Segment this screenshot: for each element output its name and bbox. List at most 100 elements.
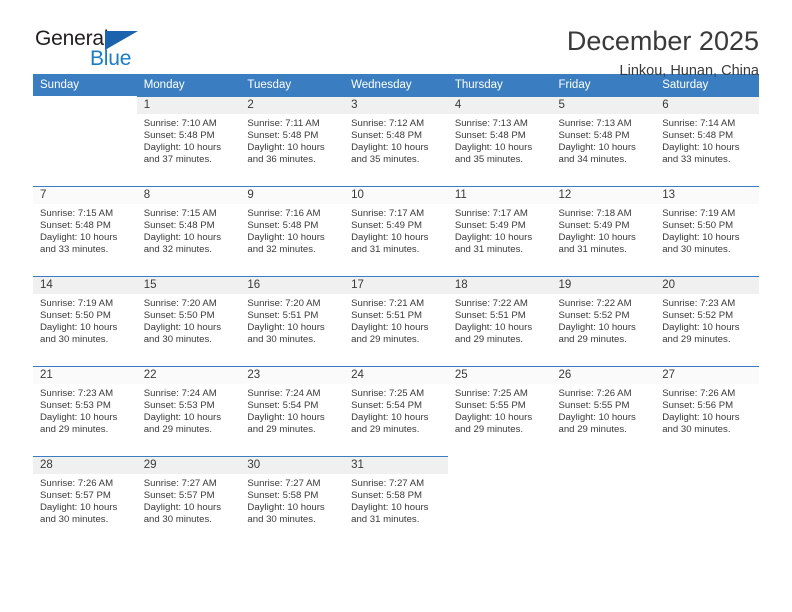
day-sun-info: Sunrise: 7:22 AM Sunset: 5:51 PM Daylight:… xyxy=(448,294,552,346)
logo-text-blue: Blue xyxy=(90,47,132,70)
calendar-day[interactable]: 4 Sunrise: 7:13 AM Sunset: 5:48 PM Daylight… xyxy=(447,96,552,186)
day-sun-info: Sunrise: 7:20 AM Sunset: 5:50 PM Daylight:… xyxy=(137,294,241,346)
sunset-text: Sunset: 5:56 PM xyxy=(662,400,734,412)
weekday-header-tuesday: Tuesday xyxy=(240,74,345,96)
calendar-day[interactable]: 15 Sunrise: 7:20 AM Sunset: 5:50 PM Dayligh… xyxy=(136,276,241,366)
calendar-day[interactable]: 19 Sunrise: 7:22 AM Sunset: 5:52 PM Dayligh… xyxy=(551,276,656,366)
daylight-text-line1: Daylight: 10 hours xyxy=(40,412,118,424)
sunset-text: Sunset: 5:49 PM xyxy=(454,220,526,232)
sunrise-text: Sunrise: 7:26 AM xyxy=(662,388,736,399)
sunset-text: Sunset: 5:48 PM xyxy=(351,130,423,142)
calendar-day[interactable]: 24 Sunrise: 7:25 AM Sunset: 5:54 PM Dayligh… xyxy=(344,366,448,456)
calendar-cell: 11 Sunrise: 7:17 AM Sunset: 5:49 PM Dayligh… xyxy=(447,186,552,276)
calendar-day[interactable]: 12 Sunrise: 7:18 AM Sunset: 5:49 PM Dayligh… xyxy=(551,186,656,276)
day-sun-info: Sunrise: 7:15 AM Sunset: 5:48 PM Daylight:… xyxy=(33,204,137,256)
day-sun-info: Sunrise: 7:11 AM Sunset: 5:48 PM Daylight:… xyxy=(240,114,344,166)
calendar-day[interactable]: 2 Sunrise: 7:11 AM Sunset: 5:48 PM Daylight… xyxy=(240,96,345,186)
daylight-text-line1: Daylight: 10 hours xyxy=(247,502,325,514)
sunset-text: Sunset: 5:55 PM xyxy=(558,400,630,412)
calendar-day[interactable]: 31 Sunrise: 7:27 AM Sunset: 5:58 PM Dayligh… xyxy=(344,456,448,546)
sunrise-text: Sunrise: 7:20 AM xyxy=(247,298,321,309)
generalblue-logo[interactable]: General Blue xyxy=(33,26,153,72)
daylight-text-line2: and 35 minutes. xyxy=(454,154,524,166)
calendar-day[interactable]: 9 Sunrise: 7:16 AM Sunset: 5:48 PM Daylight… xyxy=(240,186,345,276)
sunrise-text: Sunrise: 7:27 AM xyxy=(351,478,425,489)
calendar-day[interactable]: 3 Sunrise: 7:12 AM Sunset: 5:48 PM Daylight… xyxy=(344,96,448,186)
day-number: 20 xyxy=(655,277,759,294)
calendar-day[interactable]: 28 Sunrise: 7:26 AM Sunset: 5:57 PM Dayligh… xyxy=(33,456,137,546)
day-sun-info: Sunrise: 7:26 AM Sunset: 5:55 PM Daylight:… xyxy=(552,384,656,436)
daylight-text-line1: Daylight: 10 hours xyxy=(143,232,222,244)
calendar-day[interactable]: 21 Sunrise: 7:23 AM Sunset: 5:53 PM Dayligh… xyxy=(33,366,137,456)
daylight-text-line1: Daylight: 10 hours xyxy=(40,322,118,334)
calendar-day[interactable]: 26 Sunrise: 7:26 AM Sunset: 5:55 PM Dayligh… xyxy=(551,366,656,456)
calendar-day[interactable]: 20 Sunrise: 7:23 AM Sunset: 5:52 PM Dayligh… xyxy=(655,276,759,366)
sunset-text: Sunset: 5:57 PM xyxy=(40,490,111,502)
day-number: 1 xyxy=(136,97,241,114)
calendar-day[interactable]: 30 Sunrise: 7:27 AM Sunset: 5:58 PM Dayligh… xyxy=(240,456,345,546)
calendar-day[interactable]: 23 Sunrise: 7:24 AM Sunset: 5:54 PM Dayligh… xyxy=(240,366,345,456)
calendar-day[interactable]: 25 Sunrise: 7:25 AM Sunset: 5:55 PM Dayligh… xyxy=(447,366,552,456)
calendar-cell: 16 Sunrise: 7:20 AM Sunset: 5:51 PM Dayligh… xyxy=(240,276,345,366)
day-sun-info: Sunrise: 7:19 AM Sunset: 5:50 PM Daylight:… xyxy=(33,294,137,346)
day-number: 21 xyxy=(33,367,137,384)
calendar-cell: 15 Sunrise: 7:20 AM Sunset: 5:50 PM Dayligh… xyxy=(136,276,241,366)
sunrise-text: Sunrise: 7:12 AM xyxy=(351,118,425,129)
calendar-day[interactable]: 14 Sunrise: 7:19 AM Sunset: 5:50 PM Dayligh… xyxy=(33,276,137,366)
sunset-text: Sunset: 5:50 PM xyxy=(143,310,215,322)
sunset-text: Sunset: 5:51 PM xyxy=(454,310,526,322)
daylight-text-line1: Daylight: 10 hours xyxy=(662,232,740,244)
calendar-day[interactable]: 29 Sunrise: 7:27 AM Sunset: 5:57 PM Dayligh… xyxy=(136,456,241,546)
daylight-text-line2: and 31 minutes. xyxy=(351,244,420,256)
calendar-day[interactable]: 8 Sunrise: 7:15 AM Sunset: 5:48 PM Daylight… xyxy=(136,186,241,276)
calendar-day[interactable]: 18 Sunrise: 7:22 AM Sunset: 5:51 PM Dayligh… xyxy=(447,276,552,366)
calendar-cell: 9 Sunrise: 7:16 AM Sunset: 5:48 PM Daylight… xyxy=(240,186,345,276)
day-sun-info: Sunrise: 7:25 AM Sunset: 5:55 PM Daylight:… xyxy=(448,384,552,436)
calendar-day[interactable]: 27 Sunrise: 7:26 AM Sunset: 5:56 PM Dayligh… xyxy=(655,366,759,456)
daylight-text-line1: Daylight: 10 hours xyxy=(454,412,533,424)
sunrise-text: Sunrise: 7:11 AM xyxy=(247,118,320,129)
day-sun-info: Sunrise: 7:27 AM Sunset: 5:58 PM Daylight:… xyxy=(344,474,448,526)
day-sun-info: Sunrise: 7:24 AM Sunset: 5:53 PM Daylight:… xyxy=(137,384,241,436)
calendar-cell: 5 Sunrise: 7:13 AM Sunset: 5:48 PM Daylight… xyxy=(551,96,656,186)
page-title: December 2025 xyxy=(566,26,759,56)
sunrise-text: Sunrise: 7:18 AM xyxy=(558,208,632,219)
calendar-day-empty xyxy=(447,456,552,546)
calendar-day[interactable]: 6 Sunrise: 7:14 AM Sunset: 5:48 PM Daylight… xyxy=(655,96,759,186)
sunrise-text: Sunrise: 7:14 AM xyxy=(662,118,736,129)
sunset-text: Sunset: 5:48 PM xyxy=(558,130,630,142)
daylight-text-line2: and 29 minutes. xyxy=(40,424,109,436)
day-number: 17 xyxy=(344,277,448,294)
day-sun-info: Sunrise: 7:22 AM Sunset: 5:52 PM Daylight:… xyxy=(552,294,656,346)
calendar-day[interactable]: 17 Sunrise: 7:21 AM Sunset: 5:51 PM Dayligh… xyxy=(344,276,448,366)
day-number xyxy=(552,457,656,474)
daylight-text-line1: Daylight: 10 hours xyxy=(351,142,429,154)
calendar-day[interactable]: 1 Sunrise: 7:10 AM Sunset: 5:48 PM Daylight… xyxy=(136,96,241,186)
calendar-cell: 29 Sunrise: 7:27 AM Sunset: 5:57 PM Dayligh… xyxy=(136,456,241,546)
day-number: 4 xyxy=(447,97,552,114)
calendar-day[interactable]: 5 Sunrise: 7:13 AM Sunset: 5:48 PM Daylight… xyxy=(551,96,656,186)
calendar-cell: 17 Sunrise: 7:21 AM Sunset: 5:51 PM Dayligh… xyxy=(344,276,448,366)
daylight-text-line1: Daylight: 10 hours xyxy=(454,232,533,244)
day-sun-info: Sunrise: 7:18 AM Sunset: 5:49 PM Daylight:… xyxy=(552,204,656,256)
daylight-text-line1: Daylight: 10 hours xyxy=(247,142,325,154)
daylight-text-line1: Daylight: 10 hours xyxy=(247,322,325,334)
calendar-cell: 19 Sunrise: 7:22 AM Sunset: 5:52 PM Dayligh… xyxy=(551,276,656,366)
calendar-cell: 26 Sunrise: 7:26 AM Sunset: 5:55 PM Dayligh… xyxy=(551,366,656,456)
calendar-cell: 24 Sunrise: 7:25 AM Sunset: 5:54 PM Dayligh… xyxy=(344,366,448,456)
calendar-cell: 14 Sunrise: 7:19 AM Sunset: 5:50 PM Dayligh… xyxy=(33,276,137,366)
daylight-text-line1: Daylight: 10 hours xyxy=(143,322,222,334)
day-sun-info: Sunrise: 7:20 AM Sunset: 5:51 PM Daylight:… xyxy=(240,294,344,346)
calendar-day[interactable]: 11 Sunrise: 7:17 AM Sunset: 5:49 PM Dayligh… xyxy=(447,186,552,276)
day-number: 31 xyxy=(344,457,448,474)
daylight-text-line1: Daylight: 10 hours xyxy=(40,502,118,514)
calendar-day[interactable]: 13 Sunrise: 7:19 AM Sunset: 5:50 PM Dayligh… xyxy=(655,186,759,276)
calendar-cell: 12 Sunrise: 7:18 AM Sunset: 5:49 PM Dayligh… xyxy=(551,186,656,276)
calendar-day[interactable]: 10 Sunrise: 7:17 AM Sunset: 5:49 PM Dayligh… xyxy=(344,186,448,276)
day-number: 26 xyxy=(551,367,656,384)
calendar-day[interactable]: 7 Sunrise: 7:15 AM Sunset: 5:48 PM Daylight… xyxy=(33,186,137,276)
day-sun-info: Sunrise: 7:10 AM Sunset: 5:48 PM Daylight:… xyxy=(137,114,241,166)
calendar-cell: 23 Sunrise: 7:24 AM Sunset: 5:54 PM Dayligh… xyxy=(240,366,345,456)
calendar-day[interactable]: 22 Sunrise: 7:24 AM Sunset: 5:53 PM Dayligh… xyxy=(136,366,241,456)
calendar-day[interactable]: 16 Sunrise: 7:20 AM Sunset: 5:51 PM Dayligh… xyxy=(240,276,345,366)
